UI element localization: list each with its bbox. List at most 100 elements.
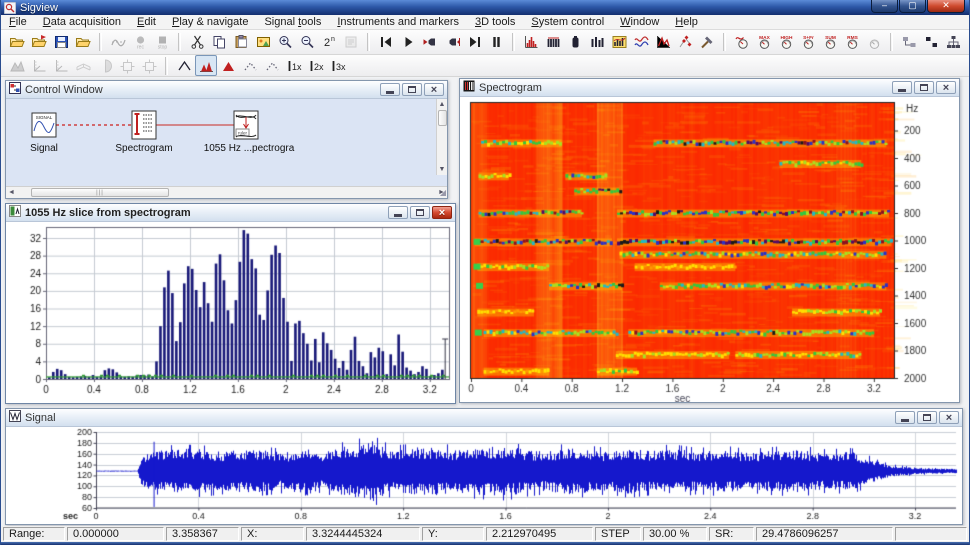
menu-signal-tools[interactable]: Signal tools [256, 15, 329, 29]
signal-overlay-icon[interactable] [630, 32, 652, 53]
workspace-blocks-icon[interactable] [920, 32, 942, 53]
slice-close-button[interactable]: × [432, 206, 452, 219]
spectrogram-node-label: Spectrogram [115, 143, 172, 154]
menu-help[interactable]: Help [667, 15, 706, 29]
signal-probe-icon[interactable] [564, 32, 586, 53]
slice-node[interactable]: ruler [233, 110, 259, 140]
status-range-label: Range: [3, 527, 65, 541]
control-window-titlebar[interactable]: Control Window × [6, 81, 447, 99]
spectrogram-minimize-button[interactable] [892, 81, 912, 94]
triangle-peak-icon[interactable] [217, 55, 239, 76]
play-icon[interactable] [397, 32, 419, 53]
workspace-tree-icon[interactable] [942, 32, 964, 53]
menu-edit[interactable]: Edit [129, 15, 164, 29]
app-titlebar[interactable]: Sigview – ▢ ✕ [1, 0, 969, 15]
open-workspace-icon[interactable] [72, 32, 94, 53]
filled-peak-icon[interactable] [195, 55, 217, 76]
sfr-instrument-icon[interactable]: S+Fr [797, 32, 819, 53]
copy-icon[interactable] [208, 32, 230, 53]
slice-plot[interactable] [6, 222, 455, 403]
toolbar-separator [178, 33, 181, 51]
spectrogram-tool-icon[interactable] [542, 32, 564, 53]
copy-image-icon[interactable] [252, 32, 274, 53]
signal-window-title: Signal [25, 411, 56, 424]
control-vertical-scrollbar[interactable]: ▲ ▼ [436, 99, 447, 175]
zoom-in-icon[interactable] [274, 32, 296, 53]
line-peak-icon[interactable] [173, 55, 195, 76]
spectrogram-window-titlebar[interactable]: Spectrogram × [460, 79, 959, 97]
control-horizontal-scrollbar[interactable]: ◄ ||| ► [6, 186, 447, 198]
menu-system-control[interactable]: System control [523, 15, 612, 29]
zoom-3x-icon[interactable]: 3x [327, 55, 349, 76]
dotted-peak2-icon[interactable] [261, 55, 283, 76]
spectrogram-node[interactable] [131, 110, 157, 140]
cut-icon[interactable] [186, 32, 208, 53]
signal-plot[interactable] [6, 427, 962, 524]
fft-icon[interactable] [520, 32, 542, 53]
signal-flow-diagram[interactable]: SIGNAL ruler Signal Spectrogram 1055 Hz … [6, 99, 436, 175]
resize-grip[interactable]: ◢ [440, 188, 446, 197]
scroll-left-icon[interactable]: ◄ [6, 187, 17, 198]
menu-3d-tools[interactable]: 3D tools [467, 15, 523, 29]
signal-instrument-icon[interactable] [731, 32, 753, 53]
dotted-peak-icon[interactable] [239, 55, 261, 76]
signal-close-button[interactable]: × [939, 411, 959, 424]
filter-bank-icon[interactable] [586, 32, 608, 53]
app-close-button[interactable]: ✕ [927, 0, 965, 13]
scroll-down-icon[interactable]: ▼ [437, 164, 448, 175]
sum-instrument-icon[interactable]: SUM [819, 32, 841, 53]
control-close-button[interactable]: × [424, 83, 444, 96]
paste-icon[interactable] [230, 32, 252, 53]
custom-tools-icon[interactable] [696, 32, 718, 53]
control-window-title: Control Window [25, 83, 103, 96]
histogram-icon[interactable] [608, 32, 630, 53]
pause-icon[interactable] [485, 32, 507, 53]
status-sr-value: 29.4786096257 [756, 527, 893, 541]
power-of-two-icon[interactable]: 2n [318, 32, 340, 53]
toolbar-separator [512, 33, 515, 51]
save-icon[interactable] [50, 32, 72, 53]
menu-file[interactable]: File [1, 15, 35, 29]
menu-instruments-and-markers[interactable]: Instruments and markers [329, 15, 467, 29]
zoom-2x-icon[interactable]: 2x [305, 55, 327, 76]
signal-maximize-button[interactable] [917, 411, 937, 424]
rms-instrument-icon[interactable]: RMS [841, 32, 863, 53]
slice-node-label: 1055 Hz ...pectrogra [204, 143, 295, 154]
menu-data-acquisition[interactable]: Data acquisition [35, 15, 129, 29]
slice-minimize-button[interactable] [388, 206, 408, 219]
scroll-up-icon[interactable]: ▲ [437, 99, 448, 110]
menu-window[interactable]: Window [612, 15, 667, 29]
control-maximize-button[interactable] [402, 83, 422, 96]
signal-window-titlebar[interactable]: Signal × [6, 409, 962, 427]
high-instrument-icon[interactable]: HIGH [775, 32, 797, 53]
play-reverse-icon[interactable] [419, 32, 441, 53]
spectrogram-close-button[interactable]: × [936, 81, 956, 94]
spectrogram-window: Spectrogram × [459, 78, 960, 403]
status-x-value: 3.3244445324 [306, 527, 420, 541]
signal-node[interactable]: SIGNAL [31, 112, 57, 138]
zoom-out-icon[interactable] [296, 32, 318, 53]
go-to-start-icon[interactable] [375, 32, 397, 53]
toolbar-secondary: 1x 2x 3x [1, 55, 969, 77]
spectrogram-plot[interactable] [460, 97, 959, 402]
slice-maximize-button[interactable] [410, 206, 430, 219]
open-signal-file-icon[interactable] [28, 32, 50, 53]
status-x-label: X: [241, 527, 304, 541]
control-minimize-button[interactable] [380, 83, 400, 96]
app-minimize-button[interactable]: – [871, 0, 898, 13]
svg-text:ruler: ruler [238, 131, 248, 136]
max-instrument-icon[interactable]: MAX [753, 32, 775, 53]
play-forward-icon[interactable] [441, 32, 463, 53]
menu-play-navigate[interactable]: Play & navigate [164, 15, 256, 29]
slice-window-titlebar[interactable]: 1055 Hz slice from spectrogram × [6, 204, 455, 222]
scatter-tool-icon[interactable] [674, 32, 696, 53]
zoom-1x-icon[interactable]: 1x [283, 55, 305, 76]
spectrogram-maximize-button[interactable] [914, 81, 934, 94]
signal-minimize-button[interactable] [895, 411, 915, 424]
peak-detect-icon[interactable] [652, 32, 674, 53]
app-maximize-button[interactable]: ▢ [899, 0, 926, 13]
go-to-end-icon[interactable] [463, 32, 485, 53]
workspace-layout-icon[interactable] [898, 32, 920, 53]
custom-instrument-icon [863, 32, 885, 53]
open-file-icon[interactable] [6, 32, 28, 53]
